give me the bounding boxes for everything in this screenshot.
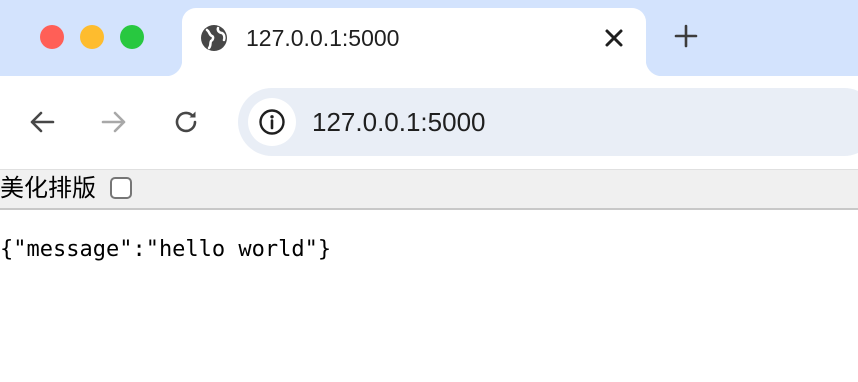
browser-tab[interactable]: 127.0.0.1:5000 [166, 8, 662, 76]
tab-strip: 127.0.0.1:5000 [0, 0, 858, 76]
arrow-left-icon[interactable] [27, 107, 57, 137]
minimize-window-button[interactable] [80, 25, 104, 49]
address-bar[interactable]: 127.0.0.1:5000 [238, 88, 858, 156]
pretty-print-label: 美化排版 [0, 175, 96, 202]
url-text: 127.0.0.1:5000 [312, 107, 486, 137]
globe-icon [200, 24, 228, 52]
pretty-print-bar: 美化排版 [0, 169, 858, 210]
json-response-text: {"message":"hello world"} [0, 237, 332, 262]
close-tab-icon[interactable] [600, 24, 628, 52]
plus-icon[interactable] [672, 22, 700, 50]
info-icon [259, 109, 285, 135]
maximize-window-button[interactable] [120, 25, 144, 49]
reload-icon[interactable] [171, 107, 201, 137]
site-info-button[interactable] [248, 98, 296, 146]
arrow-right-icon[interactable] [99, 107, 129, 137]
tab-title: 127.0.0.1:5000 [246, 25, 400, 51]
close-window-button[interactable] [40, 25, 64, 49]
browser-toolbar: 127.0.0.1:5000 [0, 76, 858, 168]
pretty-print-checkbox[interactable] [110, 177, 132, 199]
